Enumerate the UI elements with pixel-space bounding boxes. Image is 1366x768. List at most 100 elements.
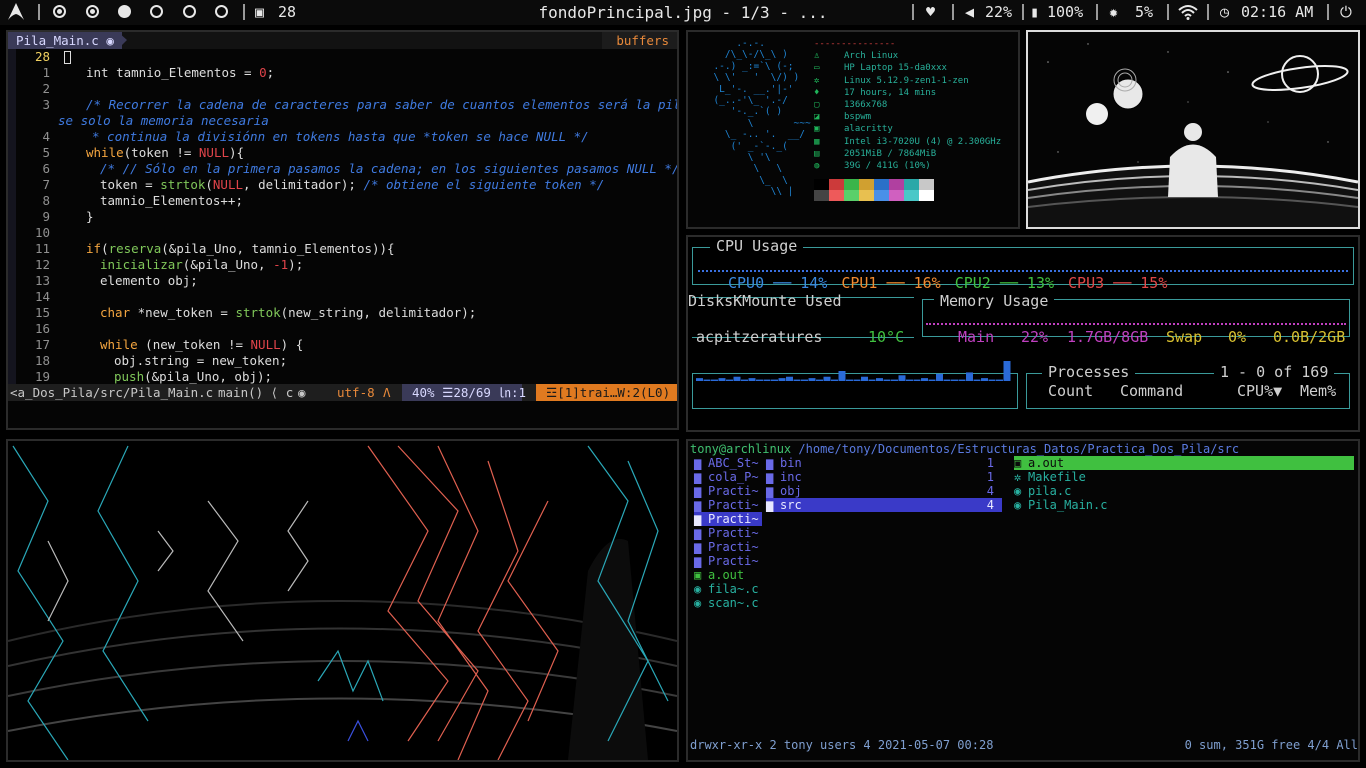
ranger-status-right: 0 sum, 351G free 4/4 All: [1184, 738, 1358, 752]
bashtop-monitor[interactable]: CPU Usage CPU0 ── 14% CPU1 ── 16% CPU2 ── …: [686, 235, 1360, 432]
cpu-value: ── 14%: [764, 274, 828, 292]
code-text[interactable]: tamnio_Elementos++;: [64, 193, 243, 209]
file-entry[interactable]: ▆ bin 1: [766, 456, 1002, 470]
vim-code-area[interactable]: 28 1 int tamnio_Elementos = 0; 2 3 /* Recorre…: [8, 49, 677, 384]
file-entry[interactable]: ▆ obj 4: [766, 484, 1002, 498]
network-bar: [793, 379, 801, 381]
code-line[interactable]: 15 char *new_token = strtok(new_string, d…: [8, 305, 677, 321]
col-cpu[interactable]: CPU%▼: [1237, 382, 1282, 400]
dashes: ---------------: [814, 39, 896, 49]
color-swatch: [814, 179, 829, 190]
code-text[interactable]: elemento obj;: [64, 273, 198, 289]
code-line[interactable]: se solo la memoria necesaria: [8, 113, 677, 129]
code-text[interactable]: }: [64, 209, 94, 225]
code-text[interactable]: /* Recorrer la cadena de caracteres para…: [64, 97, 677, 113]
wifi-icon[interactable]: [1178, 4, 1198, 20]
code-text[interactable]: token = strtok(NULL, delimitador); /* ob…: [64, 177, 604, 193]
power-icon[interactable]: ⏻: [1340, 3, 1352, 21]
tab-pila-main[interactable]: Pila_Main.c ◉: [8, 32, 122, 49]
code-text[interactable]: while(token != NULL){: [64, 145, 244, 161]
volume-level[interactable]: 22%: [985, 3, 1012, 21]
code-text[interactable]: while (new_token != NULL) {: [64, 337, 303, 353]
ranger-current-column[interactable]: ▆ bin 1 ▆ inc 1 ▆ obj 4 ▆ src 4: [766, 456, 1002, 512]
network-bar: [883, 379, 891, 381]
info-icon: ▣: [814, 124, 820, 135]
brightness-icon[interactable]: ✹: [1109, 3, 1118, 21]
network-bar: [741, 379, 748, 381]
line-number: 16: [34, 321, 50, 336]
code-line[interactable]: 4 * continua la divisiónn en tokens hasta…: [8, 129, 677, 145]
ranger-parent-column[interactable]: ▆ ABC_St~ ▆ cola_P~ ▆ Practi~ ▆ Practi~ ▆ Practi~…: [694, 456, 762, 610]
code-line[interactable]: 19 push(&pila_Uno, obj);: [8, 369, 677, 385]
file-entry[interactable]: ▣ a.out: [1014, 456, 1354, 470]
file-entry[interactable]: ◉ scan~.c: [694, 596, 762, 610]
divider: [1167, 4, 1169, 20]
network-bar: [703, 379, 711, 381]
code-line[interactable]: 10: [8, 225, 677, 241]
network-bar: [861, 376, 868, 381]
code-text[interactable]: char *new_token = strtok(new_string, del…: [64, 305, 476, 321]
file-entry[interactable]: ▆ Practi~: [694, 526, 762, 540]
code-text[interactable]: obj.string = new_token;: [64, 353, 287, 369]
network-bar: [913, 379, 921, 381]
file-entry[interactable]: ▣ a.out: [694, 568, 762, 582]
status-percent: 40%: [412, 385, 435, 400]
code-line[interactable]: 9}: [8, 209, 677, 225]
code-text[interactable]: /* // Sólo en la primera pasamos la cade…: [64, 161, 677, 177]
file-entry[interactable]: ✲ Makefile: [1014, 470, 1354, 484]
ranger-file-manager[interactable]: tony@archlinux /home/tony/Documentos/Est…: [686, 439, 1360, 762]
folder-icon: ▆: [694, 484, 702, 498]
volume-icon[interactable]: ◀: [965, 3, 974, 21]
code-line[interactable]: 8 tamnio_Elementos++;: [8, 193, 677, 209]
file-entry[interactable]: ◉ pila.c: [1014, 484, 1354, 498]
file-entry[interactable]: ▆ Practi~: [694, 498, 762, 512]
code-text[interactable]: if(reserva(&pila_Uno, tamnio_Elementos))…: [64, 241, 395, 257]
code-line[interactable]: 2: [8, 81, 677, 97]
file-entry[interactable]: ▆ Practi~: [694, 540, 762, 554]
col-mem[interactable]: Mem%: [1300, 382, 1336, 400]
file-entry[interactable]: ▆ Practi~: [694, 484, 762, 498]
divider: [1096, 4, 1098, 20]
code-text[interactable]: * continua la divisiónn en tokens hasta …: [64, 129, 589, 145]
code-line[interactable]: 28: [8, 49, 677, 65]
file-entry[interactable]: ▆ inc 1: [766, 470, 1002, 484]
file-entry[interactable]: ▆ cola_P~: [694, 470, 762, 484]
vim-editor-window[interactable]: Pila_Main.c ◉ buffers 28 1 int tamnio_Elem…: [6, 30, 679, 430]
code-line[interactable]: 5 while(token != NULL){: [8, 145, 677, 161]
col-command[interactable]: Command: [1120, 382, 1183, 400]
brightness-level[interactable]: 5%: [1135, 3, 1153, 21]
file-entry[interactable]: ◉ Pila_Main.c: [1014, 498, 1354, 512]
file-entry[interactable]: ▆ Practi~: [694, 554, 762, 568]
file-entry[interactable]: ▆ Practi~: [694, 512, 762, 526]
code-text[interactable]: inicializar(&pila_Uno, -1);: [64, 257, 303, 273]
code-line[interactable]: 1 int tamnio_Elementos = 0;: [8, 65, 677, 81]
folder-icon: ▆: [694, 540, 702, 554]
code-line[interactable]: 6 /* // Sólo en la primera pasamos la cad…: [8, 161, 677, 177]
ranger-preview-column[interactable]: ▣ a.out ✲ Makefile ◉ pila.c ◉ Pila_Main.c: [1014, 456, 1354, 512]
file-entry[interactable]: ▆ src 4: [766, 498, 1002, 512]
code-text[interactable]: int tamnio_Elementos = 0;: [64, 65, 274, 81]
network-bar: [891, 379, 898, 381]
code-line[interactable]: 18 obj.string = new_token;: [8, 353, 677, 369]
code-text[interactable]: se solo la memoria necesaria: [58, 113, 269, 129]
file-entry[interactable]: ◉ fila~.c: [694, 582, 762, 596]
col-count[interactable]: Count: [1048, 382, 1093, 400]
code-line[interactable]: 11 if(reserva(&pila_Uno, tamnio_Elementos…: [8, 241, 677, 257]
code-text[interactable]: [64, 49, 71, 65]
code-line[interactable]: 17 while (new_token != NULL) {: [8, 337, 677, 353]
code-text[interactable]: push(&pila_Uno, obj);: [64, 369, 272, 385]
network-bar: [696, 378, 703, 381]
code-line[interactable]: 12 inicializar(&pila_Uno, -1);: [8, 257, 677, 273]
neofetch-terminal[interactable]: .-.-. /\_\-/\_\ ) .-.) _:=`\ (-; \ \' ' …: [686, 30, 1020, 229]
code-line[interactable]: 7 token = strtok(NULL, delimitador); /* o…: [8, 177, 677, 193]
ranger-path-bar: tony@archlinux /home/tony/Documentos/Est…: [690, 442, 1239, 456]
code-line[interactable]: 3 /* Recorrer la cadena de caracteres par…: [8, 97, 677, 113]
code-line[interactable]: 16: [8, 321, 677, 337]
code-line[interactable]: 14: [8, 289, 677, 305]
code-line[interactable]: 13 elemento obj;: [8, 273, 677, 289]
image-viewer[interactable]: [1026, 30, 1360, 229]
file-entry[interactable]: ▆ ABC_St~: [694, 456, 762, 470]
buffers-label[interactable]: buffers: [602, 32, 677, 49]
color-swatch: [919, 179, 934, 190]
heart-icon[interactable]: ♥: [926, 3, 935, 21]
